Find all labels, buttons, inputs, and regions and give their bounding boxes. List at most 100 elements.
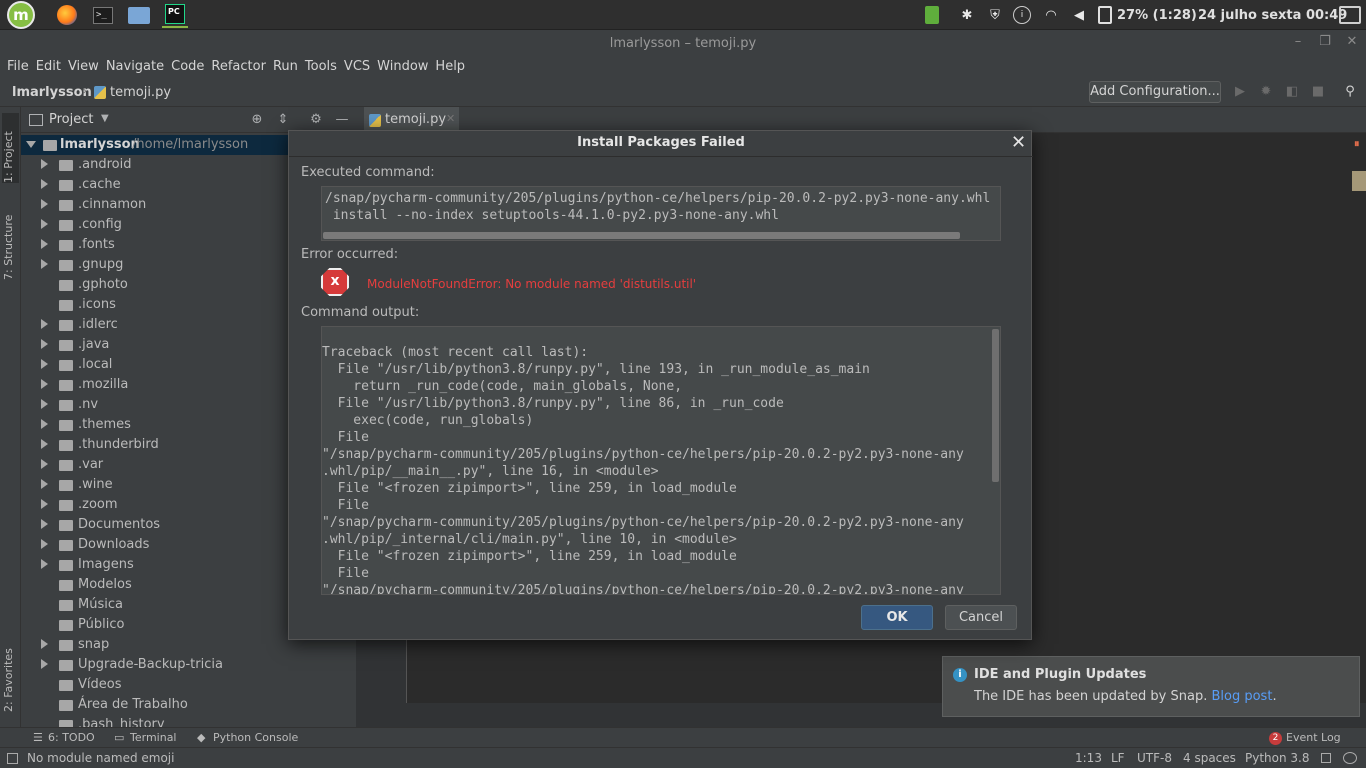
- tool-windows-icon[interactable]: [7, 753, 18, 764]
- structure-tool-tab[interactable]: 7: Structure: [2, 200, 19, 280]
- expand-arrow-icon[interactable]: [41, 379, 48, 389]
- blog-post-link[interactable]: Blog post: [1211, 689, 1272, 704]
- tree-item[interactable]: Upgrade-Backup-tricia: [21, 655, 356, 675]
- shield-icon[interactable]: ⛨: [986, 6, 1004, 24]
- gear-icon[interactable]: ⚙: [308, 112, 324, 128]
- expand-arrow-icon[interactable]: [41, 659, 48, 669]
- add-configuration-button[interactable]: Add Configuration...: [1089, 81, 1221, 103]
- expand-arrow-icon[interactable]: [41, 259, 48, 269]
- expand-arrow-icon[interactable]: [41, 439, 48, 449]
- battery-status[interactable]: 27% (1:28): [1117, 6, 1197, 24]
- breadcrumb-file[interactable]: temoji.py: [110, 85, 171, 100]
- tree-item[interactable]: .bash_history: [21, 715, 356, 727]
- file-encoding[interactable]: UTF-8: [1137, 751, 1172, 765]
- event-log-tool-tab[interactable]: Event Log: [1286, 731, 1341, 744]
- caret-position[interactable]: 1:13: [1075, 751, 1102, 765]
- error-stripe-marker[interactable]: [1352, 171, 1366, 191]
- line-separator[interactable]: LF: [1111, 751, 1125, 765]
- expand-arrow-icon[interactable]: [41, 239, 48, 249]
- project-view-selector[interactable]: Project: [49, 112, 93, 127]
- project-tool-tab[interactable]: 1: Project: [2, 113, 19, 183]
- expand-arrow-icon[interactable]: [41, 459, 48, 469]
- ok-button[interactable]: OK: [861, 605, 933, 630]
- volume-icon[interactable]: ◀: [1070, 6, 1088, 24]
- stop-icon[interactable]: ■: [1310, 84, 1326, 100]
- todo-tool-tab[interactable]: 6: TODO: [48, 731, 95, 744]
- expand-arrow-icon[interactable]: [41, 199, 48, 209]
- expand-arrow-icon[interactable]: [41, 319, 48, 329]
- expand-arrow-icon[interactable]: [41, 519, 48, 529]
- menu-vcs[interactable]: VCS: [341, 57, 374, 79]
- expand-arrow-icon[interactable]: [41, 399, 48, 409]
- folder-icon: [59, 720, 73, 727]
- expand-arrow-icon[interactable]: [41, 479, 48, 489]
- cancel-button[interactable]: Cancel: [945, 605, 1017, 630]
- battery-icon[interactable]: [1098, 6, 1112, 24]
- firefox-launcher[interactable]: [54, 2, 80, 28]
- close-icon[interactable]: ✕: [1011, 132, 1026, 153]
- executed-command-field[interactable]: /snap/pycharm-community/205/plugins/pyth…: [321, 186, 1001, 241]
- breadcrumb-root[interactable]: lmarlysson: [12, 85, 92, 100]
- locate-icon[interactable]: ⊕: [249, 112, 265, 128]
- lock-icon[interactable]: [1321, 753, 1331, 763]
- mint-menu-icon[interactable]: m: [7, 1, 35, 29]
- pycharm-launcher[interactable]: PC: [162, 2, 188, 28]
- restore-icon[interactable]: ❐: [1316, 34, 1334, 52]
- coverage-icon[interactable]: ◧: [1284, 84, 1300, 100]
- show-desktop-icon[interactable]: [1339, 6, 1361, 24]
- terminal-tool-tab[interactable]: Terminal: [130, 731, 177, 744]
- favorites-tool-tab[interactable]: 2: Favorites: [2, 636, 19, 712]
- inspector-icon[interactable]: [1343, 752, 1357, 764]
- menu-run[interactable]: Run: [270, 57, 302, 79]
- terminal-launcher[interactable]: >_: [90, 2, 116, 28]
- menu-tools[interactable]: Tools: [302, 57, 341, 79]
- status-message[interactable]: No module named emoji: [27, 751, 174, 765]
- expand-arrow-icon[interactable]: [41, 359, 48, 369]
- window-title: lmarlysson – temoji.py: [609, 36, 757, 51]
- run-icon[interactable]: ▶: [1232, 84, 1248, 100]
- menu-view[interactable]: View: [65, 57, 103, 79]
- search-icon[interactable]: ⚲: [1342, 84, 1358, 100]
- indent-setting[interactable]: 4 spaces: [1183, 751, 1236, 765]
- python-interpreter[interactable]: Python 3.8: [1245, 751, 1310, 765]
- vertical-scrollbar[interactable]: [992, 329, 999, 482]
- minimize-icon[interactable]: –: [1289, 34, 1307, 52]
- collapse-icon[interactable]: ⇕: [275, 112, 291, 128]
- expand-arrow-icon[interactable]: [41, 639, 48, 649]
- bluetooth-icon[interactable]: ✱: [958, 6, 976, 24]
- python-console-tool-tab[interactable]: Python Console: [213, 731, 298, 744]
- expand-arrow-icon[interactable]: [41, 179, 48, 189]
- expand-arrow-icon[interactable]: [41, 159, 48, 169]
- command-output-field[interactable]: Traceback (most recent call last): File …: [321, 326, 1001, 595]
- menu-file[interactable]: File: [4, 57, 33, 79]
- menu-code[interactable]: Code: [168, 57, 208, 79]
- tree-item[interactable]: Área de Trabalho: [21, 695, 356, 715]
- expand-arrow-icon[interactable]: [26, 141, 36, 148]
- menu-navigate[interactable]: Navigate: [103, 57, 168, 79]
- close-icon[interactable]: ✕: [1343, 34, 1361, 52]
- horizontal-scrollbar[interactable]: [323, 232, 960, 239]
- files-launcher[interactable]: [126, 2, 152, 28]
- tree-item-label: .idlerc: [78, 317, 118, 332]
- menu-window[interactable]: Window: [374, 57, 432, 79]
- expand-arrow-icon[interactable]: [41, 339, 48, 349]
- menu-refactor[interactable]: Refactor: [208, 57, 270, 79]
- expand-arrow-icon[interactable]: [41, 559, 48, 569]
- notification-balloon[interactable]: i IDE and Plugin Updates The IDE has bee…: [942, 656, 1360, 717]
- expand-arrow-icon[interactable]: [41, 219, 48, 229]
- wifi-icon[interactable]: ◠: [1042, 6, 1060, 24]
- hide-icon[interactable]: —: [334, 112, 350, 128]
- expand-arrow-icon[interactable]: [41, 419, 48, 429]
- tree-item[interactable]: Vídeos: [21, 675, 356, 695]
- debug-icon[interactable]: ✹: [1258, 84, 1274, 100]
- chevron-down-icon[interactable]: ▼: [101, 113, 109, 124]
- intel-icon[interactable]: i: [1013, 6, 1031, 24]
- clock[interactable]: 24 julho sexta 00:49: [1198, 6, 1347, 24]
- expand-arrow-icon[interactable]: [41, 539, 48, 549]
- inspection-pause-icon[interactable]: ⏸: [1354, 137, 1360, 151]
- expand-arrow-icon[interactable]: [41, 499, 48, 509]
- menu-help[interactable]: Help: [432, 57, 469, 79]
- close-icon[interactable]: ✕: [446, 112, 455, 125]
- update-manager-icon[interactable]: [925, 6, 939, 24]
- menu-edit[interactable]: Edit: [33, 57, 65, 79]
